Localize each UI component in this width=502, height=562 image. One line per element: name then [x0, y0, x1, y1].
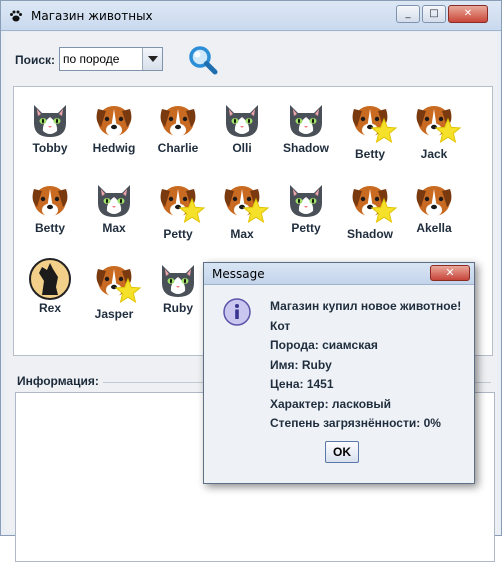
dialog-title: Message	[212, 267, 265, 281]
animal-card[interactable]: Jack	[404, 91, 464, 161]
dialog-message-line: Степень загрязнённости: 0%	[270, 416, 441, 430]
star-icon	[434, 117, 462, 148]
ok-button[interactable]: OK	[325, 441, 359, 463]
paw-icon	[10, 10, 22, 22]
animal-name: Shadow	[282, 141, 329, 155]
animal-card[interactable]: Olli	[212, 91, 272, 161]
cat-icon	[156, 257, 200, 301]
cat-icon	[92, 177, 136, 221]
animal-name: Hedwig	[92, 141, 136, 155]
dialog-message-line: Характер: ласковый	[270, 396, 392, 411]
dialog-message-line: Кот	[270, 318, 291, 333]
animal-card[interactable]: Shadow	[340, 171, 400, 241]
dialog-message-line: Магазин купил новое животное!	[270, 299, 462, 313]
animal-card[interactable]: Rex	[20, 251, 80, 321]
animal-name: Tobby	[32, 141, 68, 155]
dog-icon	[156, 97, 200, 141]
dialog-title-bar[interactable]: Message ✕	[204, 263, 474, 285]
maximize-button[interactable]: □	[422, 5, 446, 23]
cat-icon	[220, 97, 264, 141]
cat-icon	[284, 177, 328, 221]
animal-name: Max	[102, 221, 126, 235]
animal-card[interactable]: Betty	[20, 171, 80, 241]
animal-name: Olli	[232, 141, 252, 155]
animal-card[interactable]: Akella	[404, 171, 464, 241]
cat-icon	[28, 97, 72, 141]
animal-name: Shadow	[346, 227, 393, 241]
search-mode-select[interactable]: по породе	[59, 47, 163, 71]
animal-card[interactable]: Jasper	[84, 251, 144, 321]
dialog-message-line: Порода: сиамская	[270, 338, 378, 352]
animal-name: Petty	[163, 227, 193, 241]
star-icon	[114, 277, 142, 308]
minimize-button[interactable]: _	[396, 5, 420, 23]
message-dialog: Message ✕ Магазин купил новое животное! К…	[203, 262, 475, 484]
window-title: Магазин животных	[31, 9, 153, 23]
animal-card[interactable]: Charlie	[148, 91, 208, 161]
animal-name: Charlie	[157, 141, 199, 155]
dialog-message-line: Имя: Ruby	[270, 357, 332, 372]
dog-icon	[92, 97, 136, 141]
animal-card[interactable]: Betty	[340, 91, 400, 161]
animal-name: Akella	[416, 221, 452, 235]
animal-card[interactable]: Petty	[148, 171, 208, 241]
dog-icon	[412, 177, 456, 221]
animal-name: Max	[230, 227, 254, 241]
search-label: Поиск:	[15, 53, 56, 67]
cat-icon	[284, 97, 328, 141]
animal-card[interactable]: Shadow	[276, 91, 336, 161]
wolf-icon	[28, 257, 72, 301]
star-icon	[178, 197, 206, 228]
animal-card[interactable]: Max	[84, 171, 144, 241]
info-icon	[223, 298, 251, 326]
star-icon	[370, 197, 398, 228]
star-icon	[242, 197, 270, 228]
search-mode-value: по породе	[63, 52, 120, 66]
animal-name: Betty	[354, 147, 385, 161]
animal-name: Jack	[420, 147, 448, 161]
info-label: Информация:	[17, 374, 103, 388]
animal-card[interactable]: Petty	[276, 171, 336, 241]
search-icon[interactable]	[187, 44, 219, 76]
animal-name: Betty	[34, 221, 65, 235]
dog-icon	[28, 177, 72, 221]
animal-name: Rex	[38, 301, 61, 315]
dialog-message-line: Цена: 1451	[270, 377, 334, 391]
animal-card[interactable]: Ruby	[148, 251, 208, 321]
animal-name: Petty	[291, 221, 321, 235]
animal-name: Jasper	[94, 307, 134, 321]
animal-card[interactable]: Max	[212, 171, 272, 241]
star-icon	[370, 117, 398, 148]
animal-card[interactable]: Hedwig	[84, 91, 144, 161]
close-button[interactable]: ✕	[448, 5, 488, 23]
title-bar[interactable]: Магазин животных _ □ ✕	[1, 1, 501, 31]
animal-name: Ruby	[163, 301, 193, 315]
animal-card[interactable]: Tobby	[20, 91, 80, 161]
dialog-close-button[interactable]: ✕	[430, 265, 470, 281]
chevron-down-icon[interactable]	[142, 48, 162, 70]
